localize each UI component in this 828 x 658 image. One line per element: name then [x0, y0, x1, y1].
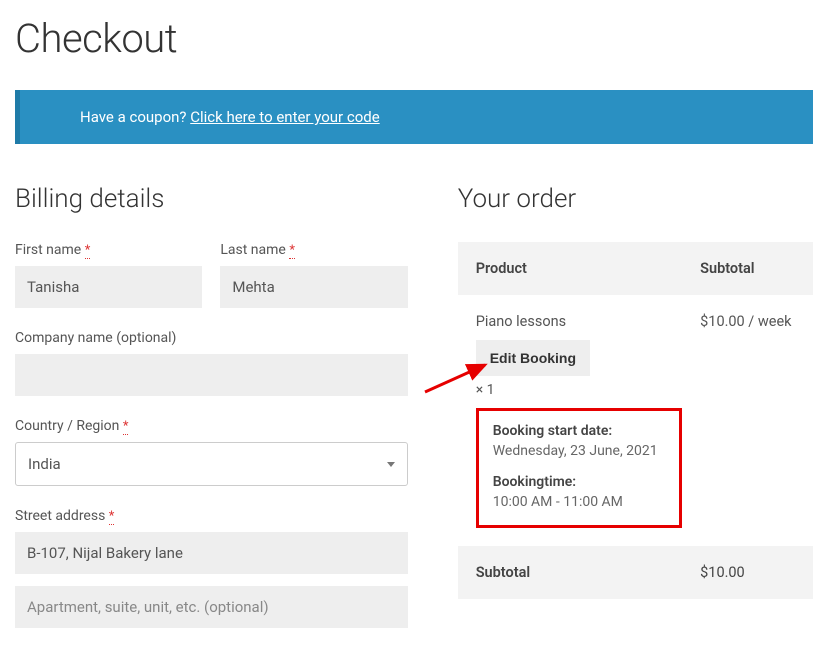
- company-field[interactable]: [15, 354, 408, 396]
- required-mark: *: [85, 243, 91, 259]
- order-heading: Your order: [458, 184, 813, 214]
- first-name-field[interactable]: [15, 266, 202, 308]
- country-select[interactable]: India: [15, 442, 408, 486]
- first-name-label: First name *: [15, 242, 202, 258]
- order-col-product: Product: [458, 242, 700, 295]
- edit-booking-button[interactable]: Edit Booking: [476, 340, 590, 376]
- booking-time-label: Bookingtime:: [493, 474, 665, 490]
- order-table: Product Subtotal Piano lessons Edit Book…: [458, 242, 813, 599]
- order-section: Your order Product Subtotal Piano lesson…: [458, 184, 813, 628]
- booking-start-value: Wednesday, 23 June, 2021: [493, 441, 665, 462]
- country-value: India: [28, 455, 61, 473]
- coupon-notice: Have a coupon? Click here to enter your …: [15, 90, 813, 144]
- order-col-subtotal: Subtotal: [700, 242, 813, 295]
- street-label: Street address *: [15, 508, 408, 524]
- order-subtotal-value: $10.00: [700, 546, 813, 599]
- page-title: Checkout: [15, 15, 813, 62]
- country-label: Country / Region *: [15, 418, 408, 434]
- apartment-field[interactable]: [15, 586, 408, 628]
- required-mark: *: [289, 243, 295, 259]
- billing-section: Billing details First name * Last name *…: [15, 184, 408, 628]
- order-item-qty: × 1: [476, 382, 682, 398]
- company-label: Company name (optional): [15, 330, 408, 346]
- coupon-text: Have a coupon?: [80, 108, 190, 126]
- booking-start-label: Booking start date:: [493, 423, 665, 439]
- order-item-price: $10.00 / week: [700, 295, 813, 546]
- chevron-down-icon: [387, 462, 395, 467]
- last-name-label: Last name *: [220, 242, 407, 258]
- order-item-name: Piano lessons: [476, 313, 682, 330]
- last-name-field[interactable]: [220, 266, 407, 308]
- coupon-link[interactable]: Click here to enter your code: [190, 108, 379, 126]
- booking-details-box: Booking start date: Wednesday, 23 June, …: [476, 408, 682, 528]
- street-field[interactable]: [15, 532, 408, 574]
- required-mark: *: [123, 419, 129, 435]
- billing-heading: Billing details: [15, 184, 408, 214]
- required-mark: *: [109, 509, 115, 525]
- order-item-row: Piano lessons Edit Booking × 1 Booking s…: [458, 295, 813, 546]
- booking-time-value: 10:00 AM - 11:00 AM: [493, 492, 665, 513]
- order-subtotal-label: Subtotal: [458, 546, 700, 599]
